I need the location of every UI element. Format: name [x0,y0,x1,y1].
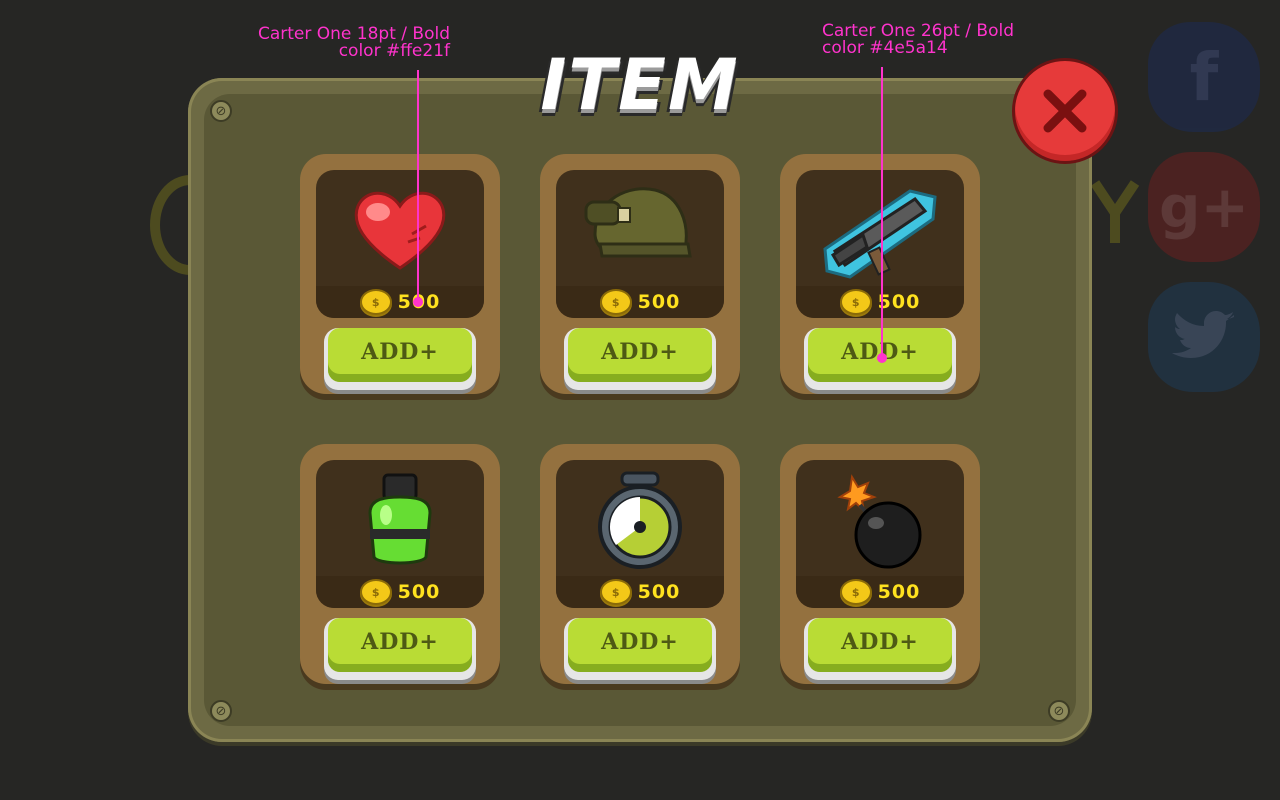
coin-icon: $ [359,289,392,315]
potion-bottle-icon [324,464,476,574]
add-button[interactable]: ADD+ [324,618,476,680]
item-card-stopwatch: $ 500 ADD+ [540,444,740,684]
add-button-label: ADD+ [328,618,472,672]
coin-icon: $ [839,289,872,315]
google-plus-icon: g+ [1158,173,1250,241]
add-button-label: ADD+ [568,328,712,382]
background-letter [1090,180,1140,243]
item-card-potion: $ 500 ADD+ [300,444,500,684]
price-row: $ 500 [316,286,484,318]
item-card-bomb: $ 500 ADD+ [780,444,980,684]
twitter-icon [1172,311,1234,358]
panel-title: ITEM [540,44,740,126]
price-row: $ 500 [796,576,964,608]
facebook-icon: f [1189,38,1219,116]
bomb-icon [804,464,956,574]
annotation-leader [417,70,419,302]
font-annotation-price: Carter One 18pt / Bold color #ffe21f [230,26,450,60]
coin-icon: $ [839,579,872,605]
coin-icon: $ [359,579,392,605]
item-price: 500 [637,581,681,603]
screw-icon: ⊘ [210,100,232,122]
rocket-launcher-icon [804,174,956,284]
annotation-leader [881,67,883,357]
add-button-label: ADD+ [328,328,472,382]
heart-icon [324,174,476,284]
font-annotation-button: Carter One 26pt / Bold color #4e5a14 [822,23,1082,57]
add-button[interactable]: ADD+ [324,328,476,390]
add-button-label: ADD+ [808,618,952,672]
item-card-helmet: $ 500 ADD+ [540,154,740,394]
close-button[interactable] [1012,58,1118,164]
stopwatch-icon [564,464,716,574]
twitter-button[interactable] [1148,282,1260,392]
item-price: 500 [877,581,921,603]
add-button[interactable]: ADD+ [564,328,716,390]
coin-icon: $ [599,289,632,315]
annotation-line: color #4e5a14 [822,38,948,58]
close-icon [1043,89,1087,133]
screw-icon: ⊘ [210,700,232,722]
item-price: 500 [397,581,441,603]
price-row: $ 500 [556,576,724,608]
screw-icon: ⊘ [1048,700,1070,722]
add-button[interactable]: ADD+ [564,618,716,680]
price-row: $ 500 [556,286,724,318]
item-price: 500 [637,291,681,313]
google-plus-button[interactable]: g+ [1148,152,1260,262]
price-row: $ 500 [796,286,964,318]
helmet-icon [564,174,716,284]
facebook-button[interactable]: f [1148,22,1260,132]
add-button-label: ADD+ [568,618,712,672]
coin-icon: $ [599,579,632,605]
price-row: $ 500 [316,576,484,608]
item-price: 500 [877,291,921,313]
annotation-dot [413,297,423,307]
add-button[interactable]: ADD+ [804,618,956,680]
item-card-heart: $ 500 ADD+ [300,154,500,394]
annotation-line: color #ffe21f [338,41,450,61]
annotation-dot [877,353,887,363]
